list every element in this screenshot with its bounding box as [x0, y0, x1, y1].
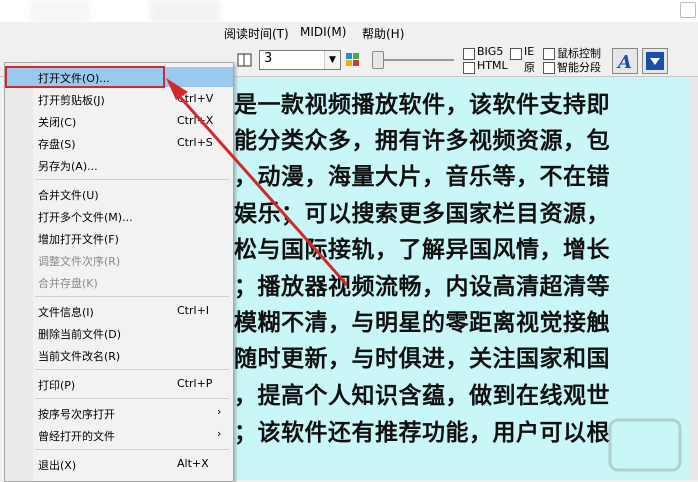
- watermark-logo: [608, 418, 682, 472]
- annotation-arrow: [166, 78, 349, 286]
